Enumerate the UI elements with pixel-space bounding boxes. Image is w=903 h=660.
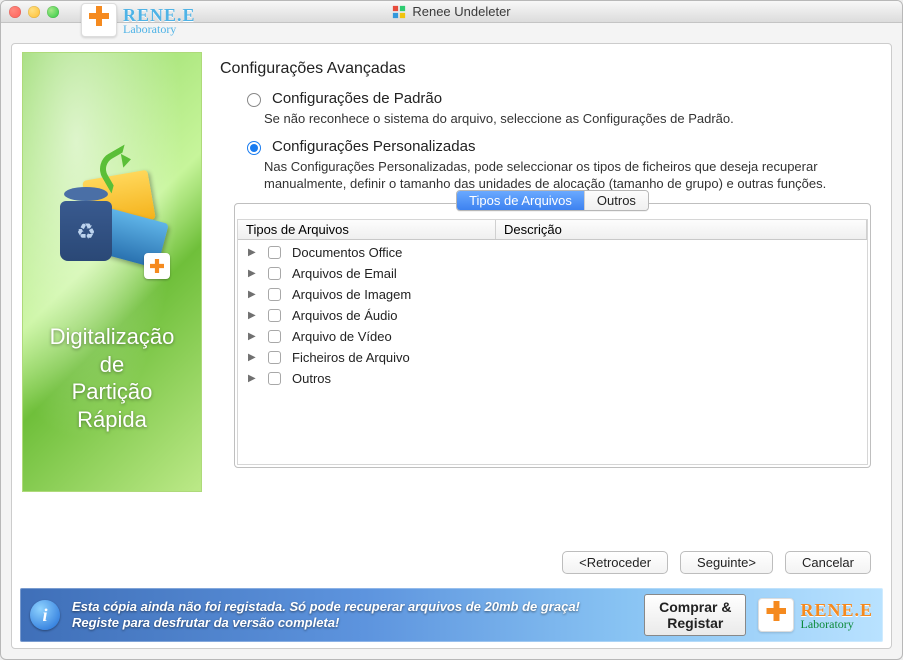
file-types-grid: Tipos de Arquivos Descrição ▶ Documentos … bbox=[237, 219, 868, 465]
row-label: Arquivos de Imagem bbox=[290, 287, 411, 302]
promo-bar: i Esta cópia ainda não foi registada. Só… bbox=[20, 588, 883, 642]
row-label: Arquivo de Vídeo bbox=[290, 329, 392, 344]
table-row[interactable]: ▶ Arquivo de Vídeo bbox=[238, 326, 867, 347]
row-label: Arquivos de Email bbox=[290, 266, 397, 281]
sidebar: Digitalização de Partição Rápida bbox=[22, 52, 202, 492]
promo-text: Esta cópia ainda não foi registada. Só p… bbox=[72, 599, 632, 632]
buy-register-button[interactable]: Comprar & Registar bbox=[644, 594, 746, 636]
row-label: Ficheiros de Arquivo bbox=[290, 350, 410, 365]
tab-group: Tipos de Arquivos Outros bbox=[456, 190, 649, 211]
info-icon: i bbox=[30, 600, 60, 630]
app-icon bbox=[392, 4, 406, 20]
promo-logo: RENE.E Laboratory bbox=[758, 598, 873, 632]
cancel-button[interactable]: Cancelar bbox=[785, 551, 871, 574]
table-row[interactable]: ▶ Arquivos de Imagem bbox=[238, 284, 867, 305]
main-panel: Configurações Avançadas Configurações de… bbox=[220, 52, 881, 537]
option-custom: Configurações Personalizadas Nas Configu… bbox=[242, 138, 871, 193]
brand-sub: Laboratory bbox=[123, 23, 196, 35]
table-row[interactable]: ▶ Outros bbox=[238, 368, 867, 389]
option-default: Configurações de Padrão Se não reconhece… bbox=[242, 90, 871, 128]
back-button[interactable]: <Retroceder bbox=[562, 551, 668, 574]
types-panel: Tipos de Arquivos Outros Tipos de Arquiv… bbox=[234, 203, 871, 468]
option-custom-desc: Nas Configurações Personalizadas, pode s… bbox=[264, 158, 871, 193]
window-title: Renee Undeleter bbox=[412, 4, 510, 19]
radio-default[interactable] bbox=[247, 93, 261, 107]
wizard-buttons: <Retroceder Seguinte> Cancelar bbox=[12, 537, 891, 582]
table-row[interactable]: ▶ Documentos Office bbox=[238, 242, 867, 263]
next-button[interactable]: Seguinte> bbox=[680, 551, 773, 574]
table-row[interactable]: ▶ Ficheiros de Arquivo bbox=[238, 347, 867, 368]
disclosure-triangle-icon[interactable]: ▶ bbox=[248, 310, 258, 321]
table-row[interactable]: ▶ Arquivos de Email bbox=[238, 263, 867, 284]
disclosure-triangle-icon[interactable]: ▶ bbox=[248, 247, 258, 258]
disclosure-triangle-icon[interactable]: ▶ bbox=[248, 373, 258, 384]
tab-others[interactable]: Outros bbox=[585, 191, 648, 210]
brand-name: RENE.E bbox=[123, 6, 196, 24]
option-default-label: Configurações de Padrão bbox=[272, 90, 442, 107]
row-checkbox[interactable] bbox=[268, 267, 281, 280]
sidebar-illustration bbox=[42, 153, 182, 293]
row-checkbox[interactable] bbox=[268, 372, 281, 385]
option-default-desc: Se não reconhece o sistema do arquivo, s… bbox=[264, 110, 871, 128]
row-checkbox[interactable] bbox=[268, 309, 281, 322]
section-title: Configurações Avançadas bbox=[220, 60, 871, 78]
disclosure-triangle-icon[interactable]: ▶ bbox=[248, 268, 258, 279]
body-panel: Digitalização de Partição Rápida Configu… bbox=[11, 43, 892, 649]
promo-brand-sub: Laboratory bbox=[800, 618, 873, 630]
column-type[interactable]: Tipos de Arquivos bbox=[238, 220, 496, 239]
row-label: Arquivos de Áudio bbox=[290, 308, 398, 323]
row-checkbox[interactable] bbox=[268, 246, 281, 259]
logo-icon bbox=[81, 3, 117, 37]
disclosure-triangle-icon[interactable]: ▶ bbox=[248, 289, 258, 300]
row-checkbox[interactable] bbox=[268, 288, 281, 301]
sidebar-title: Digitalização de Partição Rápida bbox=[50, 323, 175, 433]
table-row[interactable]: ▶ Arquivos de Áudio bbox=[238, 305, 867, 326]
radio-custom[interactable] bbox=[247, 141, 261, 155]
row-label: Outros bbox=[290, 371, 331, 386]
disclosure-triangle-icon[interactable]: ▶ bbox=[248, 352, 258, 363]
recover-arrow-icon bbox=[100, 151, 140, 191]
disclosure-triangle-icon[interactable]: ▶ bbox=[248, 331, 258, 342]
option-default-row[interactable]: Configurações de Padrão bbox=[242, 90, 871, 107]
row-checkbox[interactable] bbox=[268, 351, 281, 364]
app-window: Renee Undeleter RENE.E Laboratory Digita… bbox=[0, 0, 903, 660]
promo-brand-name: RENE.E bbox=[800, 601, 873, 619]
column-desc[interactable]: Descrição bbox=[496, 220, 867, 239]
row-label: Documentos Office bbox=[290, 245, 402, 260]
option-custom-label: Configurações Personalizadas bbox=[272, 138, 475, 155]
header-logo: RENE.E Laboratory bbox=[81, 3, 196, 37]
row-checkbox[interactable] bbox=[268, 330, 281, 343]
tab-file-types[interactable]: Tipos de Arquivos bbox=[457, 191, 585, 210]
option-custom-row[interactable]: Configurações Personalizadas bbox=[242, 138, 871, 155]
